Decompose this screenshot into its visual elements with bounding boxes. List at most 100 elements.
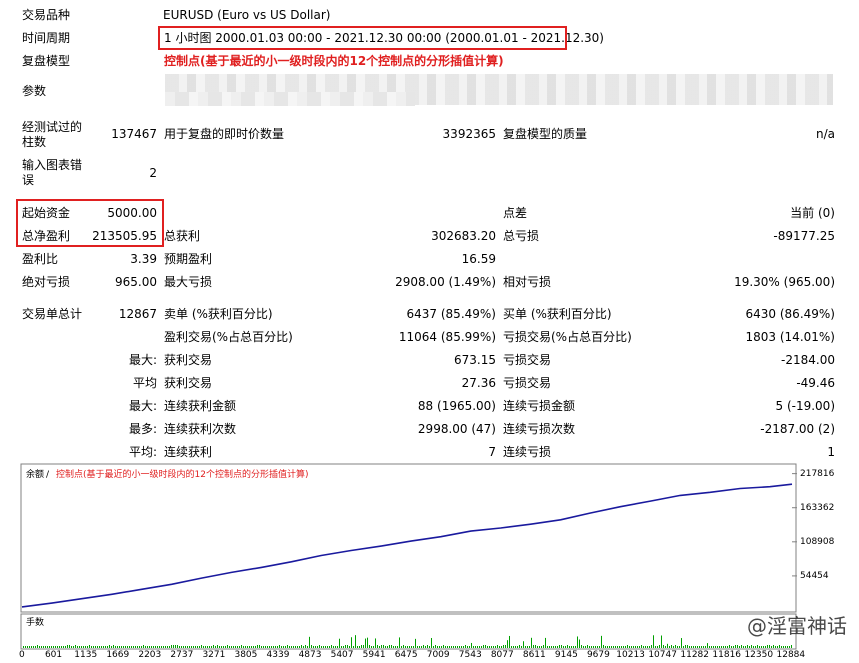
volume-bar [89, 645, 90, 648]
volume-bar [777, 646, 778, 648]
volume-bar [477, 646, 478, 648]
volume-bar [583, 646, 584, 648]
volume-bar [705, 646, 706, 648]
volume-bar [361, 645, 362, 648]
volume-bar [227, 645, 228, 648]
absolute-drawdown-label: 绝对亏损 [22, 275, 71, 289]
relative-drawdown-value: 19.30% (965.00) [734, 275, 835, 289]
volume-bar [423, 645, 424, 648]
volume-bar [71, 646, 72, 648]
max-drawdown-value: 2908.00 (1.49%) [395, 275, 496, 289]
x-tick-label: 3271 [202, 650, 226, 660]
volume-bar [143, 645, 144, 648]
max-cons-loss-value: -2187.00 (2) [760, 422, 835, 436]
x-tick-label: 1669 [106, 650, 130, 660]
volume-bar [485, 645, 486, 648]
volume-bar [191, 646, 192, 648]
bars-value: 137467 [111, 127, 157, 141]
x-tick-label: 10747 [648, 650, 677, 660]
volume-bar [413, 646, 414, 648]
volume-bar [785, 646, 786, 648]
volume-bar [489, 646, 490, 648]
volume-bar [315, 646, 316, 648]
legend-balance: 余额 [26, 470, 45, 480]
volume-bar [39, 646, 40, 648]
volume-bar [287, 645, 288, 648]
x-tick-label: 9679 [586, 650, 610, 660]
volume-bar [617, 646, 618, 648]
volume-bar [225, 646, 226, 648]
volume-bar [471, 642, 472, 648]
long-positions-value: 6430 (86.49%) [745, 307, 835, 321]
volume-bar [449, 646, 450, 648]
volume-bar [613, 646, 614, 648]
volume-bar [59, 646, 60, 648]
average-prefix: 平均 [132, 376, 157, 390]
volume-bar [713, 646, 714, 648]
volume-bar [149, 646, 150, 648]
volume-bar [689, 646, 690, 648]
volume-bar [545, 637, 546, 648]
volume-bar [103, 646, 104, 648]
volume-bar [573, 646, 574, 648]
x-tick-label: 4873 [298, 650, 322, 660]
volume-bar [599, 646, 600, 648]
volume-bar [85, 646, 86, 648]
x-tick-label: 601 [44, 650, 63, 660]
volume-bar [67, 645, 68, 648]
volume-bar [533, 645, 534, 648]
volume-bar [469, 646, 470, 648]
volume-bar [675, 645, 676, 648]
volume-bar [31, 646, 32, 648]
volume-bar [743, 646, 744, 648]
volume-bar [313, 646, 314, 648]
volume-bar [543, 645, 544, 648]
volume-bar [205, 646, 206, 648]
volume-bar [129, 646, 130, 648]
volume-bar [683, 646, 684, 648]
volume-bar [215, 646, 216, 648]
volume-bar [261, 646, 262, 648]
volume-bar [505, 645, 506, 648]
volume-bar [665, 646, 666, 648]
volume-bar [125, 646, 126, 648]
volume-bar [97, 646, 98, 648]
volume-bar [283, 646, 284, 648]
volume-bar [605, 646, 606, 648]
volume-bar [735, 645, 736, 648]
x-tick-label: 7009 [426, 650, 450, 660]
volume-bar [439, 646, 440, 648]
most-prefix: 最多: [128, 422, 157, 436]
model-value: 控制点(基于最近的小一级时段内的12个控制点的分形插值计算) [164, 54, 504, 68]
volume-bar [721, 646, 722, 648]
volume-bar [509, 635, 510, 648]
volume-bar [495, 646, 496, 648]
x-tick-label: 2737 [170, 650, 194, 660]
volume-bar [329, 646, 330, 648]
x-tick-label: 9145 [554, 650, 578, 660]
volume-bar [201, 645, 202, 648]
volume-bar [517, 646, 518, 648]
volume-bar [551, 646, 552, 648]
volume-bar [769, 645, 770, 648]
volume-bar [457, 646, 458, 648]
volume-bar [293, 646, 294, 648]
volume-bar [753, 646, 754, 648]
volume-bar [301, 645, 302, 648]
volume-bar [687, 645, 688, 648]
errors-value: 2 [149, 166, 157, 180]
volume-bar [25, 646, 26, 648]
gross-profit-value: 302683.20 [431, 229, 496, 243]
volume-bar [563, 646, 564, 648]
volume-bar [461, 646, 462, 648]
volume-bar [399, 637, 400, 648]
volume-bar [441, 646, 442, 648]
volume-bar [351, 637, 352, 648]
volume-bar [239, 646, 240, 648]
x-tick-label: 6475 [394, 650, 418, 660]
params-label: 参数 [22, 84, 47, 98]
volume-bar [371, 646, 372, 648]
loss-trades-label: 亏损交易(%占总百分比) [503, 330, 632, 344]
volume-bar [747, 645, 748, 648]
x-tick-label: 3805 [234, 650, 258, 660]
